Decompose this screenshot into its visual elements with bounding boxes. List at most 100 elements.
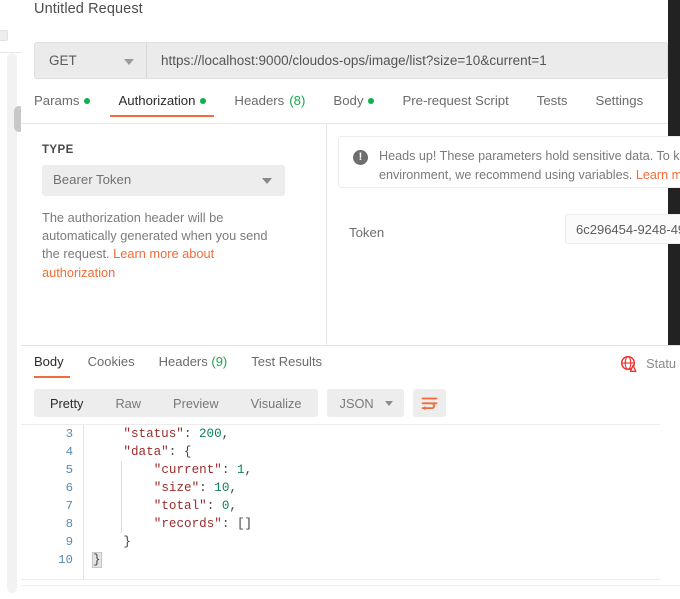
left-rail: [0, 0, 24, 599]
code-line: 10}: [21, 551, 660, 569]
token-input-value: 6c296454-9248-4926: [576, 222, 680, 237]
sensitive-data-warning-banner: Heads up! These parameters hold sensitiv…: [338, 136, 680, 188]
json-value: []: [236, 517, 253, 531]
code-line: 3 "status": 200,: [21, 425, 660, 443]
json-separator: :: [168, 445, 184, 459]
tab-status-dot-icon: [200, 97, 207, 104]
json-punctuation: ,: [229, 499, 237, 513]
response-tab-cookies[interactable]: Cookies: [76, 354, 147, 378]
line-number: 10: [58, 553, 73, 567]
json-punctuation: ,: [244, 463, 253, 477]
url-bar: GET https://localhost:9000/cloudos-ops/i…: [34, 42, 668, 79]
response-view-toolbar: Pretty Raw Preview Visualize JSON: [34, 389, 446, 417]
word-wrap-button[interactable]: [412, 389, 446, 417]
code-text: "total": 0,: [154, 497, 237, 515]
chevron-down-icon: [124, 59, 134, 65]
json-value: 1: [236, 463, 245, 477]
tab-label: Authorization: [118, 93, 196, 108]
json-separator: :: [221, 463, 237, 477]
json-key: "size": [153, 481, 200, 495]
tab-authorization[interactable]: Authorization: [104, 93, 220, 117]
auth-help-text: The authorization header will be automat…: [42, 209, 280, 282]
code-lines: 3 "status": 200, 4 "data": {5 "current": 1, 6…: [21, 425, 660, 569]
json-separator: :: [183, 427, 199, 441]
response-tab-test-results[interactable]: Test Results: [239, 354, 334, 378]
code-text: "records": []: [154, 515, 252, 533]
response-language-select[interactable]: JSON: [326, 389, 404, 417]
code-line: 7 "total": 0,: [21, 497, 660, 515]
code-line: 4 "data": {: [21, 443, 660, 461]
response-status-area: Statu: [620, 355, 680, 373]
url-input-value: https://localhost:9000/cloudos-ops/image…: [161, 53, 547, 68]
json-key: "status": [123, 427, 184, 441]
auth-type-label: TYPE: [42, 144, 74, 156]
auth-config-panel: Heads up! These parameters hold sensitiv…: [327, 124, 680, 345]
tab-label: Settings: [595, 93, 644, 108]
response-tabs: Body Cookies Headers (9) Test Results: [34, 354, 334, 378]
response-tab-label: Cookies: [87, 354, 135, 369]
status-label: Statu: [646, 356, 676, 371]
code-text: }: [123, 533, 131, 551]
response-tab-label: Headers: [158, 354, 208, 369]
response-body-code[interactable]: 3 "status": 200, 4 "data": {5 "current": 1, 6…: [21, 424, 660, 585]
tab-label: Tests: [536, 93, 568, 108]
vertical-scrollbar-track[interactable]: [7, 53, 24, 593]
json-value: 10: [214, 481, 230, 495]
exclamation-circle-icon: [353, 149, 368, 165]
code-area-bottom-border: [21, 579, 660, 580]
tab-settings[interactable]: Settings: [582, 93, 658, 117]
code-line: 6 "size": 10,: [21, 479, 660, 497]
view-mode-raw[interactable]: Raw: [99, 389, 157, 417]
view-mode-preview[interactable]: Preview: [157, 389, 235, 417]
token-input[interactable]: 6c296454-9248-4926: [565, 214, 680, 244]
auth-type-select[interactable]: Bearer Token: [42, 165, 285, 196]
response-tab-body[interactable]: Body: [34, 354, 76, 378]
response-tab-label: Test Results: [251, 354, 323, 369]
view-mode-visualize[interactable]: Visualize: [235, 389, 318, 417]
json-value: 200: [198, 427, 222, 441]
tab-status-dot-icon: [84, 97, 91, 104]
code-line: 9}: [21, 533, 660, 551]
code-text: }: [92, 551, 102, 569]
globe-warning-icon[interactable]: [620, 355, 637, 373]
response-tab-label: Body: [34, 354, 64, 369]
json-value: }: [92, 552, 102, 568]
json-value: }: [123, 535, 131, 549]
http-method-label: GET: [49, 53, 77, 68]
line-number: 4: [65, 445, 73, 459]
indent-guide: [121, 497, 123, 515]
response-tab-headers[interactable]: Headers (9): [147, 354, 240, 378]
tab-params[interactable]: Params: [34, 93, 104, 117]
line-number: 3: [65, 427, 73, 441]
http-method-select[interactable]: GET: [34, 42, 146, 79]
json-key: "current": [153, 463, 222, 477]
json-key: "data": [123, 445, 169, 459]
tab-label: Body: [333, 93, 364, 108]
warning-text: Heads up! These parameters hold sensitiv…: [379, 147, 680, 185]
tab-headers[interactable]: Headers (8): [220, 93, 319, 117]
tab-label: Pre-request Script: [402, 93, 509, 108]
json-punctuation: ,: [229, 481, 237, 495]
url-input[interactable]: https://localhost:9000/cloudos-ops/image…: [146, 42, 668, 79]
line-number: 8: [65, 517, 73, 531]
json-key: "total": [153, 499, 207, 513]
view-mode-pretty[interactable]: Pretty: [34, 389, 99, 417]
response-tab-count: (9): [207, 354, 228, 369]
request-pane: Untitled Request GET https://localhost:9…: [21, 0, 680, 345]
tab-pre-request-script[interactable]: Pre-request Script: [388, 93, 522, 117]
indent-guide: [121, 479, 123, 497]
json-key: "records": [153, 517, 222, 531]
line-number: 9: [65, 535, 73, 549]
view-mode-group: Pretty Raw Preview Visualize: [34, 389, 318, 417]
tab-count: (8): [289, 93, 306, 108]
chevron-down-icon: [262, 178, 272, 184]
code-line: 8 "records": []: [21, 515, 660, 533]
response-language-label: JSON: [339, 395, 374, 411]
line-number: 6: [65, 481, 73, 495]
tab-body[interactable]: Body: [319, 93, 388, 117]
tab-tests[interactable]: Tests: [523, 93, 582, 117]
sidebar-collapse-handle[interactable]: [0, 30, 8, 41]
code-line: 5 "current": 1,: [21, 461, 660, 479]
tab-status-dot-icon: [368, 97, 375, 104]
warning-learn-more-link[interactable]: Learn mor: [636, 168, 680, 182]
